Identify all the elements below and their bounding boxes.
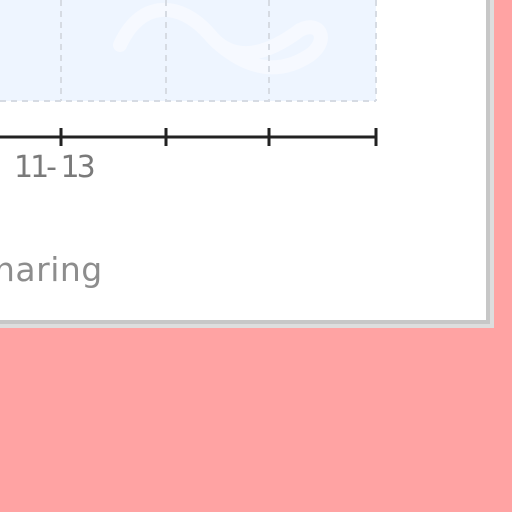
screen: 11- 13 haring <box>0 0 512 512</box>
x-tick-label: 11- 13 <box>14 150 96 185</box>
chart-caption: haring <box>0 250 103 289</box>
